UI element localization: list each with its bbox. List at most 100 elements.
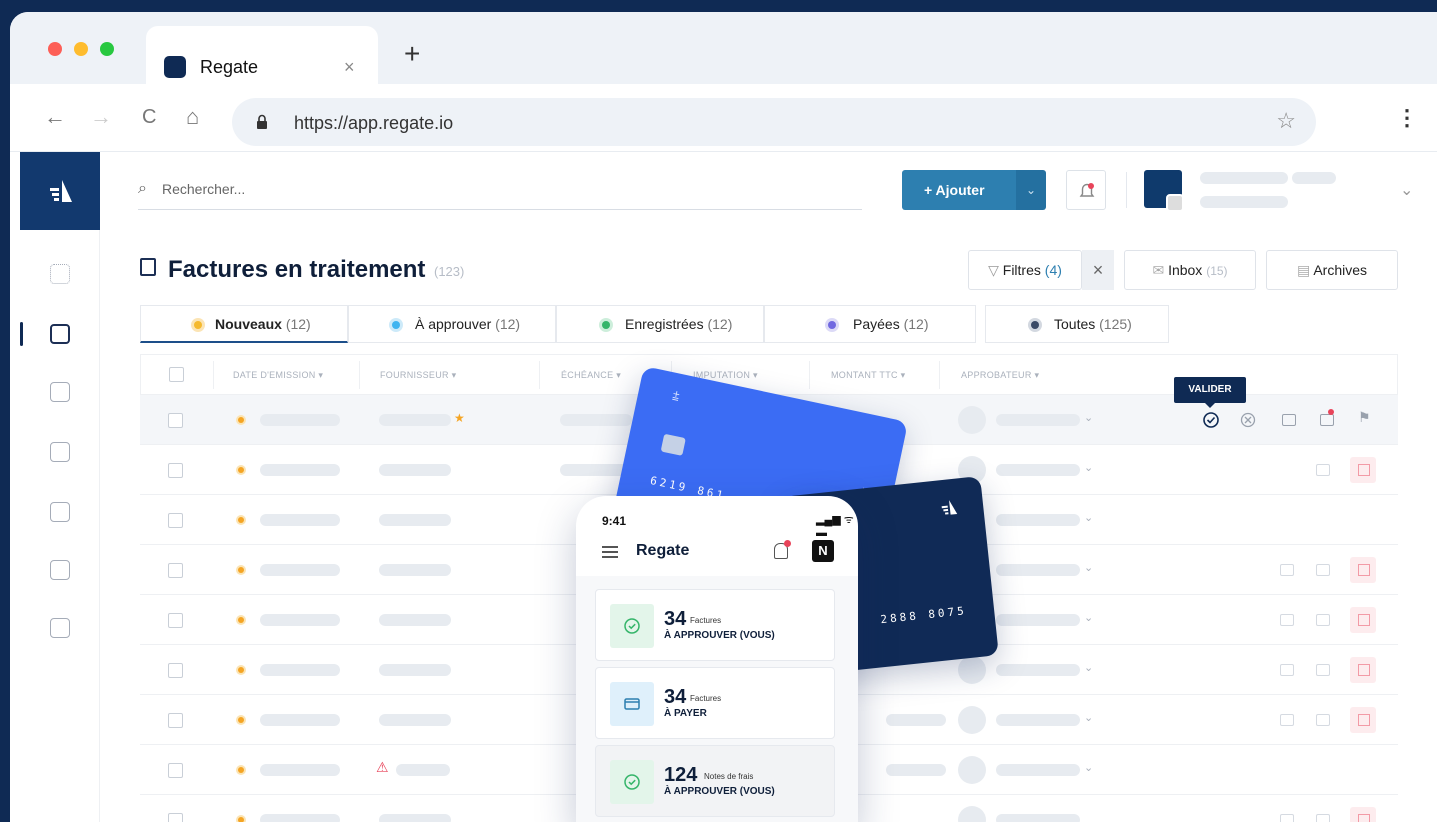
column-fournisseur[interactable]: FOURNISSEUR ▾: [380, 369, 456, 381]
documents-icon[interactable]: [50, 502, 70, 522]
summary-card-invoices-pay[interactable]: 34 Factures À PAYER: [595, 667, 835, 739]
select-all-checkbox[interactable]: [169, 367, 184, 382]
regate-logo[interactable]: [20, 152, 100, 230]
add-button[interactable]: + Ajouter: [902, 170, 1016, 210]
comment-icon[interactable]: [1280, 814, 1294, 822]
approver-chevron-icon[interactable]: ⌄: [1084, 461, 1093, 474]
comment-icon[interactable]: [1280, 714, 1294, 726]
flag-icon[interactable]: [1350, 457, 1376, 483]
approver-placeholder: [996, 414, 1080, 426]
flag-icon[interactable]: [1350, 707, 1376, 733]
archives-button[interactable]: ▤ Archives: [1266, 250, 1398, 290]
close-window-dot[interactable]: [48, 42, 62, 56]
browser-tab-regate[interactable]: Regate ×: [146, 26, 378, 86]
tab-nouveaux[interactable]: Nouveaux (12): [140, 305, 348, 343]
comment-icon[interactable]: [1280, 664, 1294, 676]
message-icon[interactable]: [1316, 614, 1330, 626]
search-input[interactable]: Rechercher...: [162, 180, 245, 198]
new-tab-icon[interactable]: +: [404, 40, 420, 68]
reject-icon[interactable]: [1240, 412, 1256, 428]
status-dot: [599, 318, 613, 332]
notifications-button[interactable]: [1066, 170, 1106, 210]
approver-chevron-icon[interactable]: ⌄: [1084, 511, 1093, 524]
row-checkbox[interactable]: [168, 463, 183, 478]
tab-enregistrees[interactable]: Enregistrées (12): [556, 305, 764, 343]
message-icon[interactable]: [1320, 414, 1334, 426]
company-name-placeholder: [1200, 196, 1288, 208]
filters-button[interactable]: ▽ Filtres (4): [968, 250, 1082, 290]
comment-icon[interactable]: [1280, 564, 1294, 576]
minimize-window-dot[interactable]: [74, 42, 88, 56]
warning-icon: ⚠: [376, 759, 389, 775]
add-dropdown-button[interactable]: ⌄: [1016, 170, 1046, 210]
mobile-header: 9:41 ▂▄▆ ᯤ ▬ Regate N: [576, 496, 858, 576]
forward-arrow-icon[interactable]: →: [90, 102, 112, 132]
favorite-star-icon[interactable]: ★: [454, 411, 465, 425]
column-date-emission[interactable]: DATE D'EMISSION ▾: [233, 369, 323, 381]
flag-icon[interactable]: ⚑: [1358, 409, 1371, 426]
tab-title: Regate: [200, 57, 259, 77]
tab-toutes[interactable]: Toutes (125): [985, 305, 1169, 343]
invoices-icon[interactable]: [50, 324, 70, 344]
flag-icon[interactable]: [1350, 807, 1376, 822]
column-divider: [213, 361, 214, 389]
tab-payees[interactable]: Payées (12): [764, 305, 976, 343]
tab-label: Toutes: [1054, 316, 1096, 332]
message-icon[interactable]: [1316, 464, 1330, 476]
row-checkbox[interactable]: [168, 413, 183, 428]
row-checkbox[interactable]: [168, 563, 183, 578]
expenses-icon[interactable]: [50, 382, 70, 402]
message-icon[interactable]: [1316, 664, 1330, 676]
flag-icon[interactable]: [1350, 607, 1376, 633]
summary-card-expenses-approve[interactable]: 124 Notes de frais À APPROUVER (VOUS): [595, 745, 835, 817]
url-omnibox[interactable]: https://app.regate.io ☆: [232, 98, 1316, 146]
row-checkbox[interactable]: [168, 763, 183, 778]
tab-a-approuver[interactable]: À approuver (12): [348, 305, 556, 343]
approver-chevron-icon[interactable]: ⌄: [1084, 561, 1093, 574]
approver-chevron-icon[interactable]: ⌄: [1084, 611, 1093, 624]
approver-chevron-icon[interactable]: ⌄: [1084, 411, 1093, 424]
status-dot: [236, 565, 246, 575]
reload-icon[interactable]: C: [142, 102, 156, 132]
validate-icon[interactable]: [1202, 411, 1220, 429]
row-checkbox[interactable]: [168, 813, 183, 822]
approver-chevron-icon[interactable]: ⌄: [1084, 761, 1093, 774]
date-placeholder: [260, 614, 340, 626]
inbox-button[interactable]: ✉ Inbox (15): [1124, 250, 1256, 290]
message-icon[interactable]: [1316, 814, 1330, 822]
column-echeance[interactable]: ÉCHÉANCE ▾: [561, 369, 621, 381]
status-dot: [236, 465, 246, 475]
account-chevron-down-icon[interactable]: ⌄: [1400, 180, 1413, 200]
row-checkbox[interactable]: [168, 713, 183, 728]
dashboard-icon[interactable]: [50, 264, 70, 284]
n-logo-icon[interactable]: N: [812, 540, 834, 562]
approver-chevron-icon[interactable]: ⌄: [1084, 661, 1093, 674]
row-checkbox[interactable]: [168, 613, 183, 628]
summary-card-invoices-approve[interactable]: 34 Factures À APPROUVER (VOUS): [595, 589, 835, 661]
comment-icon[interactable]: [1280, 614, 1294, 626]
browser-menu-icon[interactable]: ⋮: [1396, 104, 1418, 132]
column-divider: [359, 361, 360, 389]
bookmark-star-icon[interactable]: ☆: [1276, 108, 1296, 134]
row-checkbox[interactable]: [168, 663, 183, 678]
message-icon[interactable]: [1316, 714, 1330, 726]
wallet-icon[interactable]: [50, 442, 70, 462]
back-arrow-icon[interactable]: ←: [44, 102, 66, 132]
hamburger-menu-icon[interactable]: [602, 546, 618, 558]
clear-filters-button[interactable]: ×: [1082, 250, 1114, 290]
tab-count: (125): [1099, 316, 1132, 332]
calculator-icon[interactable]: [50, 560, 70, 580]
store-icon[interactable]: [50, 618, 70, 638]
flag-icon[interactable]: [1350, 657, 1376, 683]
approver-chevron-icon[interactable]: ⌄: [1084, 711, 1093, 724]
column-montant-ttc[interactable]: MONTANT TTC ▾: [831, 369, 905, 381]
column-approbateur[interactable]: APPROBATEUR ▾: [961, 369, 1039, 381]
approver-placeholder: [996, 614, 1080, 626]
home-icon[interactable]: ⌂: [186, 102, 199, 132]
comment-icon[interactable]: [1282, 414, 1296, 426]
message-icon[interactable]: [1316, 564, 1330, 576]
maximize-window-dot[interactable]: [100, 42, 114, 56]
flag-icon[interactable]: [1350, 557, 1376, 583]
tab-close-icon[interactable]: ×: [344, 56, 355, 78]
row-checkbox[interactable]: [168, 513, 183, 528]
